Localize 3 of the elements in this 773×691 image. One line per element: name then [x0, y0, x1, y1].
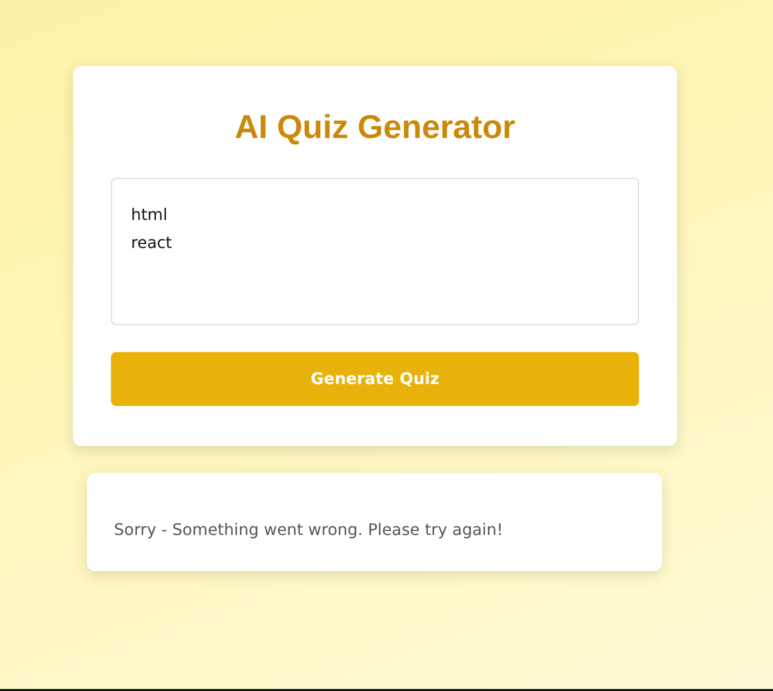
topics-field[interactable]: html react	[111, 178, 639, 325]
page-title: AI Quiz Generator	[234, 107, 516, 147]
error-message: Sorry - Something went wrong. Please try again!	[114, 519, 504, 541]
